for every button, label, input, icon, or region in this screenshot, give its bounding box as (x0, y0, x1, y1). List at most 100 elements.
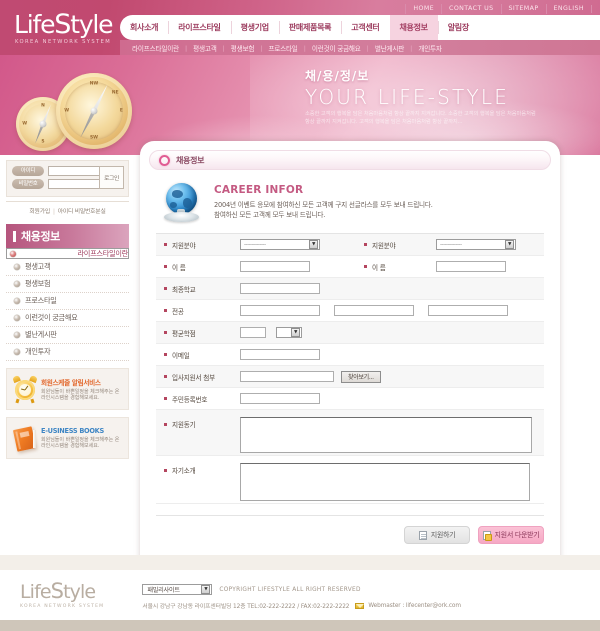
login-password-input[interactable] (48, 179, 102, 189)
major-input-3[interactable] (428, 305, 508, 316)
hero-tagline: 소중한 고객의 행복을 담은 처음마음처럼 항상 끝까지 지켜갑니다. 소중한 … (305, 111, 536, 125)
chevron-down-icon: ▼ (201, 585, 211, 594)
intro-section: CAREER INFOR 2004년 이벤트 응모에 참여하신 모든 고객께 구… (140, 170, 560, 223)
copyright-text: COPYRIGHT LIFESTYLE ALL RIGHT RESERVED (219, 586, 361, 593)
intro-text: CAREER INFOR 2004년 이벤트 응모에 참여하신 모든 고객께 구… (202, 183, 433, 223)
sidebar-menu: 라이프스타일이란 평생고객 평생보험 프로스타일 이런것이 궁금해요 별난게시판… (6, 248, 129, 361)
globe-icon (162, 183, 202, 223)
sidebar-item-free-board[interactable]: 별난게시판 (6, 327, 129, 344)
body-wrapper: 아이디 비밀번호 로그인 회원가입 | 아이디 비밀번호분실 채용정보 라이프스… (0, 141, 600, 570)
required-marker (164, 375, 167, 378)
compass-large-icon: NW E SW W NE (56, 73, 132, 149)
chevron-down-icon: ▼ (309, 240, 318, 249)
ssn-input[interactable] (240, 393, 320, 404)
application-form: 지원분야 -------------- ▼ 지원분야 -------------… (156, 233, 544, 504)
footer-row-bottom: 서울시 강남구 강남동 라이프센터빌딩 12층 TEL:02-222-2222 … (142, 601, 461, 610)
sidebar-item-lifestyle-intro[interactable]: 라이프스타일이란 (6, 248, 129, 259)
sidebar-item-lifetime-insurance[interactable]: 평생보험 (6, 276, 129, 293)
sidebar-item-lifetime-customer[interactable]: 평생고객 (6, 259, 129, 276)
major-input-1[interactable] (240, 305, 320, 316)
field-select-left[interactable]: -------------- ▼ (240, 239, 320, 250)
find-id-password-link[interactable]: 아이디 비밀번호분실 (58, 209, 106, 215)
alarm-clock-icon (12, 374, 38, 404)
main-content-panel: 채용정보 CAREER INFOR 2004년 이벤트 응모에 참여하신 모든 … (140, 141, 560, 565)
header-logo[interactable]: LifeStyle KOREA NETWORK SYSTEM (14, 11, 114, 45)
nav-item-product-list[interactable]: 판매제품목록 (278, 15, 341, 40)
utility-link-home[interactable]: HOME (405, 4, 441, 14)
required-marker (164, 243, 167, 246)
label-text: 지원분야 (172, 241, 196, 250)
school-input[interactable] (240, 283, 320, 294)
label-motivation: 지원동기 (164, 417, 240, 429)
sidebar-item-faq[interactable]: 이런것이 궁금해요 (6, 310, 129, 327)
subnav-item-lifetime-insurance[interactable]: 평생보험 (231, 43, 255, 53)
subnav-item-lifetime-customer[interactable]: 평생고객 (193, 43, 217, 53)
logo-tagline: KOREA NETWORK SYSTEM (15, 39, 112, 45)
bullet-icon (10, 250, 16, 257)
login-password-label: 비밀번호 (12, 179, 44, 189)
subnav-item-lifestyle-intro[interactable]: 라이프스타일이란 (132, 43, 179, 53)
attachment-path-input[interactable] (240, 371, 334, 382)
label-text: 최종학교 (172, 285, 196, 294)
label-text: 전공 (172, 307, 184, 316)
sidebar-item-prostyle[interactable]: 프로스타일 (6, 293, 129, 310)
label-attachment: 입사지원서 첨부 (164, 372, 240, 382)
nav-item-lifetime-business[interactable]: 평생기업 (230, 15, 279, 40)
gpa-score-input[interactable] (240, 327, 266, 338)
form-row-major: 전공 (156, 300, 544, 322)
login-submit-button[interactable]: 로그인 (99, 166, 124, 189)
footer-content: LifeStyle KOREA NETWORK SYSTEM 패밀리사이트 ▼ … (0, 570, 600, 611)
download-application-button[interactable]: 지원서 다운받기 (478, 526, 544, 544)
browse-file-button[interactable]: 찾아보기... (341, 370, 381, 383)
control-group (240, 283, 320, 294)
nav-item-lifestyle[interactable]: 라이프스타일 (168, 15, 230, 40)
footer-logo-tagline: KOREA NETWORK SYSTEM (20, 604, 105, 609)
nav-item-recruit[interactable]: 채용정보 (389, 15, 438, 40)
login-helper-links: 회원가입 | 아이디 비밀번호분실 (6, 201, 129, 220)
name-input-left[interactable] (240, 261, 310, 272)
apply-button[interactable]: 지원하기 (404, 526, 470, 544)
subnav-separator: | (410, 43, 413, 52)
field-select-right[interactable]: -------------- ▼ (436, 239, 516, 250)
nav-item-customer-center[interactable]: 고객센터 (341, 15, 389, 40)
major-input-2[interactable] (334, 305, 414, 316)
motivation-textarea[interactable] (240, 417, 532, 453)
login-box: 아이디 비밀번호 로그인 (6, 160, 129, 197)
subnav-separator: | (303, 43, 306, 52)
label-text: 입사지원서 첨부 (172, 373, 215, 382)
self-introduction-textarea[interactable] (240, 463, 530, 501)
join-link[interactable]: 회원가입 (29, 209, 50, 215)
form-row-field: 지원분야 -------------- ▼ 지원분야 -------------… (156, 234, 544, 256)
webmaster-email[interactable]: Webmaster : lifecenter@ork.com (368, 603, 461, 609)
login-id-input[interactable] (48, 166, 102, 176)
subnav-item-faq[interactable]: 이런것이 궁금해요 (312, 43, 361, 53)
family-site-select[interactable]: 패밀리사이트 ▼ (142, 584, 213, 595)
nav-item-notice[interactable]: 알림장 (437, 15, 479, 40)
banner-schedule-alarm[interactable]: 회원스케줄 알림서비스 회원님들이 바쁜일정을 체크해주는 온라인시스템을 경험… (6, 368, 129, 410)
select-value: -------------- (440, 241, 462, 248)
gpa-scale-select[interactable]: ▼ (276, 327, 302, 338)
email-input[interactable] (240, 349, 320, 360)
hero-banner: N E S W NW E SW W NE 채/용/정/보 YOUR LIFE-S… (0, 55, 600, 155)
utility-link-english[interactable]: ENGLISH (545, 4, 591, 14)
name-input-right[interactable] (436, 261, 506, 272)
sidebar-item-personal-investment[interactable]: 개인투자 (6, 344, 129, 361)
nav-item-company[interactable]: 회사소개 (120, 15, 168, 40)
subnav-item-personal-investment[interactable]: 개인투자 (418, 43, 442, 53)
label-school: 최종학교 (164, 284, 240, 294)
utility-link-contact-us[interactable]: CONTACT US (441, 4, 500, 14)
apply-button-label: 지원하기 (430, 531, 456, 539)
banner-ebusiness-books[interactable]: E-USINESS BOOKS 회원님들이 바쁜일정을 체크해주는 온라인시스템… (6, 417, 129, 459)
sidebar-item-label: 라이프스타일이란 (77, 248, 128, 258)
main-navigation: 회사소개 라이프스타일 평생기업 판매제품목록 고객센터 채용정보 알림장 (120, 15, 600, 40)
subnav-item-prostyle[interactable]: 프로스타일 (268, 43, 298, 53)
utility-link-sitemap[interactable]: SITEMAP (500, 4, 546, 14)
left-sidebar: 아이디 비밀번호 로그인 회원가입 | 아이디 비밀번호분실 채용정보 라이프스… (0, 155, 135, 459)
footer-top-strip (0, 555, 600, 571)
subnav-item-free-board[interactable]: 별난게시판 (375, 43, 405, 53)
banner-title: E-USINESS BOOKS (41, 426, 104, 435)
mail-icon (355, 602, 365, 609)
title-accent-bar (13, 230, 16, 242)
bullet-icon (14, 281, 20, 287)
panel-header-title: 채용정보 (176, 155, 205, 165)
